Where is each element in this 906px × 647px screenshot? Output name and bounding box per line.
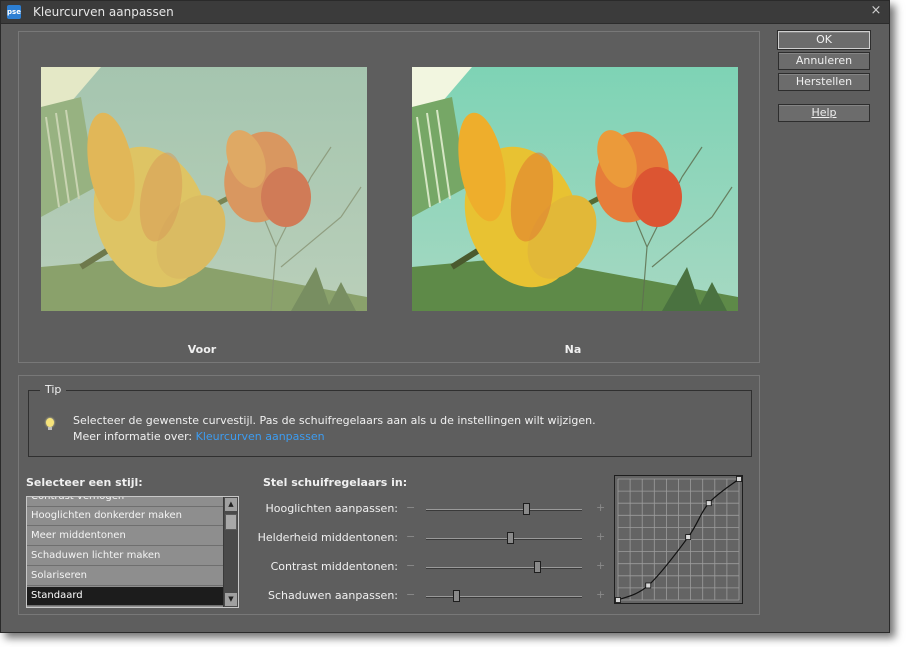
list-item[interactable]: Schaduwen lichter maken	[27, 547, 223, 566]
style-list-viewport: Contrast verhogen Hooglichten donkerder …	[27, 497, 223, 607]
help-link[interactable]: Kleurcurven aanpassen	[196, 430, 325, 443]
window-title: Kleurcurven aanpassen	[33, 5, 174, 19]
reset-button[interactable]: Herstellen	[778, 73, 870, 91]
tip-more-info-prefix: Meer informatie over:	[73, 430, 196, 443]
slider-midtone-brightness: Helderheid middentonen: − +	[257, 529, 606, 549]
plus-icon: +	[596, 559, 606, 572]
curve-control-point	[685, 534, 692, 540]
slider-thumb[interactable]	[452, 590, 460, 602]
slider-highlights: Hooglichten aanpassen: − +	[260, 500, 605, 520]
slider-label: Contrast middentonen:	[270, 560, 398, 573]
after-image	[412, 67, 738, 311]
list-scrollbar[interactable]: ▲ ▼	[223, 497, 238, 607]
curve-control-point	[645, 582, 652, 589]
ok-button[interactable]: OK	[777, 30, 871, 50]
slider-track[interactable]	[426, 532, 582, 544]
app-icon: pse	[7, 5, 21, 19]
minus-icon: −	[406, 501, 416, 514]
slider-label: Hooglichten aanpassen:	[265, 502, 398, 515]
curve-graph[interactable]	[614, 475, 743, 604]
curve-control-point	[705, 500, 712, 507]
list-item[interactable]: Contrast verhogen	[27, 497, 223, 507]
plus-icon: +	[596, 501, 606, 514]
close-icon[interactable]: ×	[869, 4, 883, 18]
title-bar[interactable]: pse Kleurcurven aanpassen ×	[1, 1, 889, 24]
minus-icon: −	[406, 559, 416, 572]
list-item[interactable]: Meer middentonen	[27, 527, 223, 546]
preview-panel: Voor Na	[18, 31, 760, 363]
before-image	[41, 67, 367, 311]
slider-track[interactable]	[426, 503, 582, 515]
lightbulb-icon	[46, 418, 54, 430]
slider-thumb[interactable]	[507, 532, 515, 544]
minus-icon: −	[406, 588, 416, 601]
style-list[interactable]: Contrast verhogen Hooglichten donkerder …	[26, 496, 239, 608]
slider-shadows: Schaduwen aanpassen: − +	[260, 587, 605, 607]
list-item-selected[interactable]: Standaard	[27, 587, 223, 606]
cancel-button[interactable]: Annuleren	[778, 52, 870, 70]
plus-icon: +	[596, 588, 606, 601]
slider-track[interactable]	[426, 561, 582, 573]
list-item[interactable]: Hooglichten donkerder maken	[27, 507, 223, 526]
after-label: Na	[564, 343, 582, 356]
slider-midtone-contrast: Contrast middentonen: − +	[260, 558, 605, 578]
slider-heading: Stel schuifregelaars in:	[263, 476, 408, 489]
slider-label: Helderheid middentonen:	[257, 531, 398, 544]
curve-svg	[615, 476, 742, 603]
curve-control-point	[736, 476, 742, 482]
tip-title: Tip	[40, 383, 67, 396]
help-button[interactable]: Help	[778, 104, 870, 122]
tip-text: Selecteer de gewenste curvestijl. Pas de…	[73, 414, 596, 427]
slider-thumb[interactable]	[522, 503, 530, 515]
scroll-up-icon[interactable]: ▲	[225, 498, 237, 511]
style-heading: Selecteer een stijl:	[26, 476, 143, 489]
slider-label: Schaduwen aanpassen:	[267, 589, 398, 602]
before-label: Voor	[187, 343, 217, 356]
scroll-down-icon[interactable]: ▼	[225, 593, 237, 606]
tip-more-info: Meer informatie over: Kleurcurven aanpas…	[73, 430, 325, 443]
minus-icon: −	[406, 530, 416, 543]
scroll-thumb[interactable]	[225, 514, 237, 530]
plus-icon: +	[596, 530, 606, 543]
curve-control-point	[615, 597, 621, 603]
slider-thumb[interactable]	[533, 561, 541, 573]
list-item[interactable]: Solariseren	[27, 567, 223, 586]
slider-track[interactable]	[426, 590, 582, 602]
